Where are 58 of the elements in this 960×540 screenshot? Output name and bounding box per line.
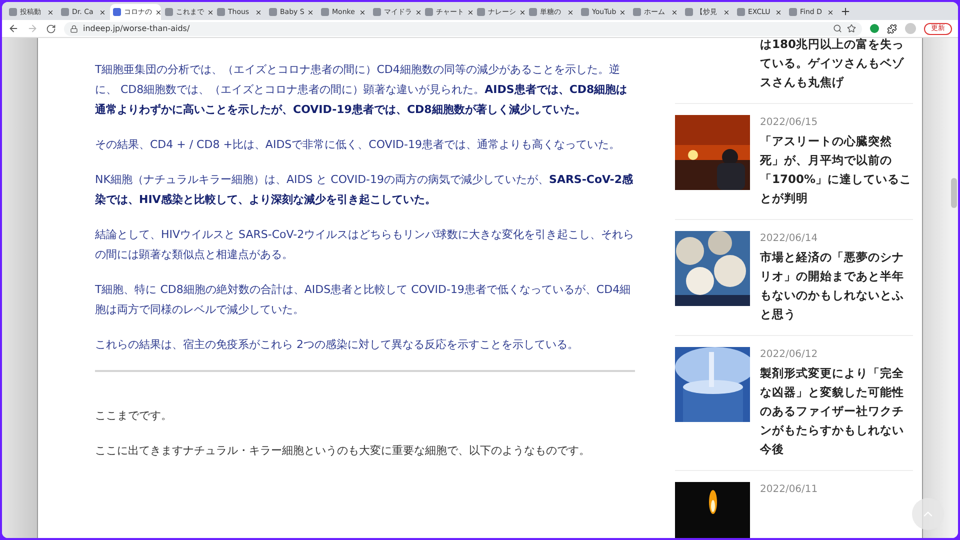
favicon-icon xyxy=(737,8,745,16)
lock-icon xyxy=(70,24,78,32)
close-icon[interactable] xyxy=(415,8,421,16)
post-date: 2022/06/11 xyxy=(760,483,819,497)
star-icon[interactable] xyxy=(847,24,856,33)
address-bar[interactable]: indeep.jp/worse-than-aids/ xyxy=(64,22,862,36)
article-paragraph: NK細胞（ナチュラルキラー細胞）は、AIDS と COVID-19の両方の病気で減少していたが、SARS-CoV-2感染では、HIV感染と比較して、より深刻な減少を引き起こしていた。 xyxy=(95,172,634,208)
extensions-icon[interactable] xyxy=(887,24,897,34)
reload-icon[interactable] xyxy=(46,24,56,34)
post-title-link[interactable]: は180兆円以上の富を失っている。ゲイツさんもベゾスさんも丸焦げ xyxy=(760,38,912,92)
article-paragraph: これらの結果は、宿主の免疫系がこれら 2つの感染に対して異なる反応を示すことを示している。 xyxy=(95,337,580,353)
close-icon[interactable] xyxy=(307,8,314,16)
favicon-icon xyxy=(373,8,381,16)
close-icon[interactable] xyxy=(255,8,262,16)
post-title-link[interactable]: 製剤形式変更により「完全な凶器」と変貌した可能性のあるファイザー社ワクチンがもたらすかもしれない今後 xyxy=(760,364,912,459)
scrollbar-thumb[interactable] xyxy=(951,178,957,208)
favicon-icon xyxy=(61,8,69,16)
post-date: 2022/06/15 xyxy=(760,116,819,130)
article-paragraph: T細胞亜集団の分析では、（エイズとコロナ患者の間に）CD4細胞数の同等の減少があることを示した。逆に、 CD8細胞数では、（エイズとコロナ患者の間に）顕著な違いが見られた。AIDS患者では、CD8細胞は通常よりわずかに高いことを示したが、COVID-19患者では、CD8細胞数が著しく減少していた。 xyxy=(95,62,628,118)
favicon-icon xyxy=(165,8,173,16)
close-icon[interactable] xyxy=(567,8,574,16)
article-paragraph: ここに出てきますナチュラル・キラー細胞というのも大変に重要な細胞で、以下のようなものです。 xyxy=(95,443,591,459)
favicon-icon xyxy=(425,8,433,16)
article-paragraph: その結果、CD4 + / CD8 +比は、AIDSで非常に低く、COVID-19患者では、通常よりも高くなっていた。 xyxy=(95,137,621,153)
favicon-icon xyxy=(9,8,17,16)
close-icon[interactable] xyxy=(47,8,54,16)
close-icon[interactable] xyxy=(723,8,730,16)
article-paragraph: T細胞、特に CD8細胞の絶対数の合計は、AIDS患者と比較して COVID-19患者で低くなっているが、CD4細胞は両方で同様のレベルで減少していた。 xyxy=(95,282,632,318)
favicon-icon xyxy=(529,8,537,16)
close-icon[interactable] xyxy=(519,8,525,16)
post-date: 2022/06/14 xyxy=(760,232,819,246)
favicon-icon xyxy=(581,8,589,16)
extension-icon[interactable] xyxy=(870,24,879,33)
favicon-icon xyxy=(789,8,797,16)
favicon-icon xyxy=(477,8,485,16)
article-paragraph: 結論として、HIVウイルスと SARS-CoV-2ウイルスはどちらもリンパ球数に大きな変化を引き起こし、それらの間には顕著な類似点と相違点がある。 xyxy=(95,227,635,263)
favicon-icon xyxy=(633,8,641,16)
close-icon[interactable] xyxy=(155,8,161,16)
article-paragraph: ここまでです。 xyxy=(95,408,173,424)
post-date: 2022/06/12 xyxy=(760,348,819,362)
close-icon[interactable] xyxy=(775,8,782,16)
favicon-icon xyxy=(321,8,329,16)
close-icon[interactable] xyxy=(359,8,366,16)
zoom-icon[interactable] xyxy=(833,24,842,33)
favicon-icon xyxy=(685,8,693,16)
back-icon[interactable] xyxy=(8,23,19,34)
close-icon[interactable] xyxy=(207,8,213,16)
close-icon[interactable] xyxy=(467,8,473,16)
post-title-link[interactable]: 「アスリートの心臓突然死」が、月平均で以前の「1700%」に達していることが判明 xyxy=(760,132,912,208)
favicon-icon xyxy=(217,8,225,16)
close-icon[interactable] xyxy=(619,8,626,16)
favicon-icon xyxy=(269,8,277,16)
favicon-icon xyxy=(113,8,121,16)
post-title-link[interactable]: 市場と経済の「悪夢のシナリオ」の開始まであと半年もないのかもしれないとふと思う xyxy=(760,248,912,324)
close-icon[interactable] xyxy=(99,8,106,16)
new-tab-icon[interactable] xyxy=(840,6,851,17)
close-icon[interactable] xyxy=(827,8,834,16)
close-icon[interactable] xyxy=(671,8,678,16)
